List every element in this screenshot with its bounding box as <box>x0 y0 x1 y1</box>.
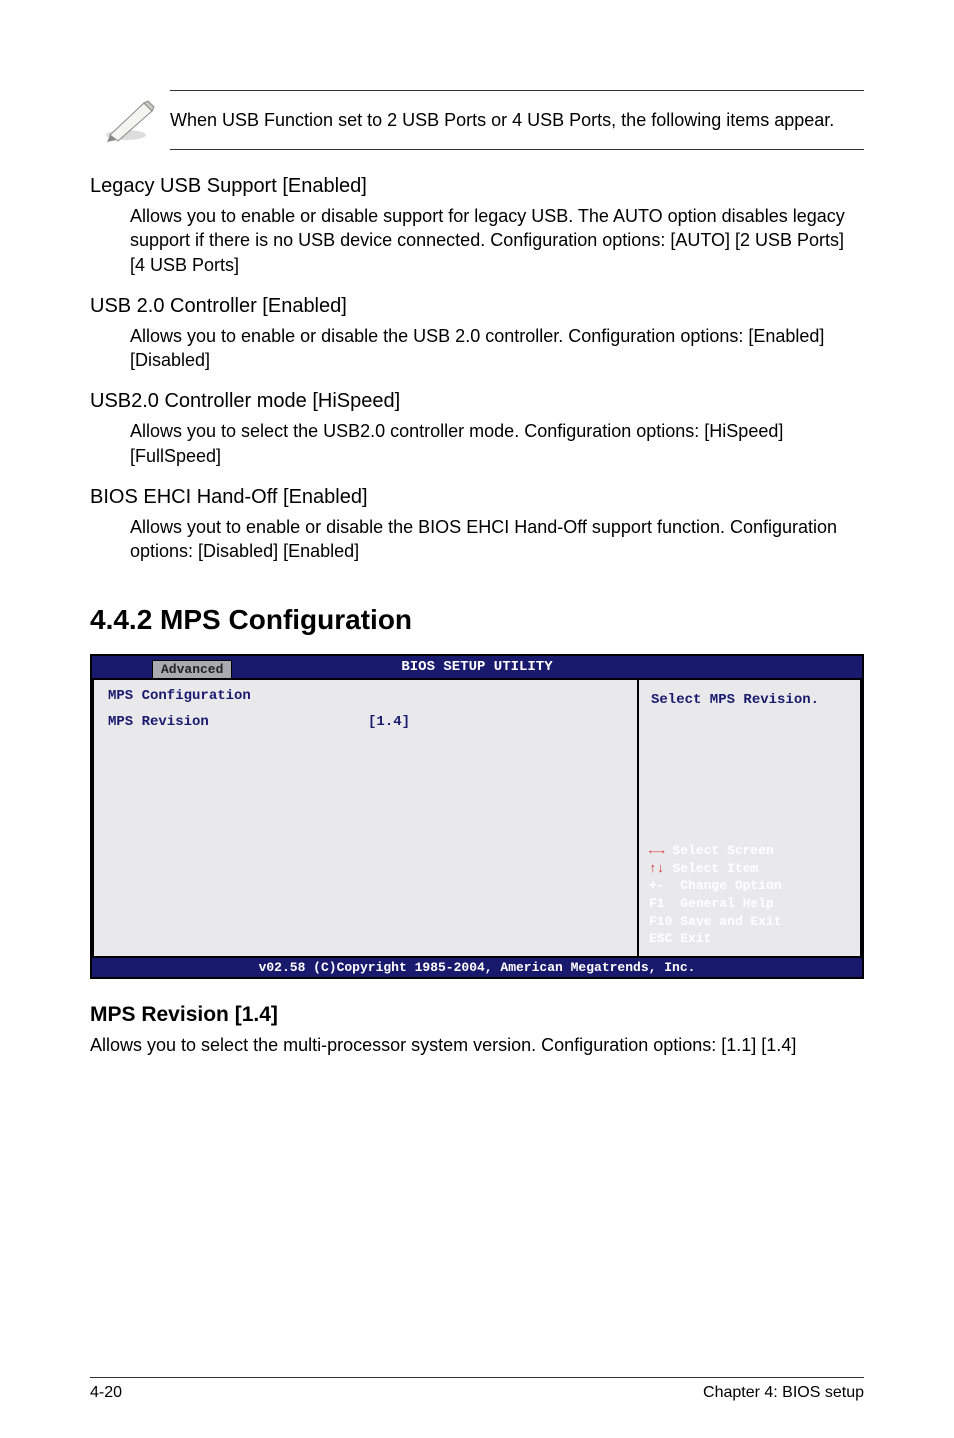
heading-legacy-usb: Legacy USB Support [Enabled] <box>90 175 864 198</box>
bios-right-panel: Select MPS Revision. ←→ Select Screen ↑↓… <box>637 678 862 958</box>
bios-left-panel: MPS Configuration MPS Revision [1.4] <box>92 678 637 958</box>
hint-select-item: Select Item <box>672 861 758 876</box>
hint-esc: ESC <box>649 931 672 946</box>
hint-f1: F1 <box>649 896 665 911</box>
hint-arrow-ud-icon: ↑↓ <box>649 861 665 876</box>
bios-row-mps-revision: MPS Revision [1.4] <box>108 714 623 730</box>
body-usb20-controller: Allows you to enable or disable the USB … <box>130 324 864 373</box>
bios-tab-advanced: Advanced <box>152 660 232 678</box>
section-heading-mps: 4.4.2 MPS Configuration <box>90 604 864 636</box>
body-mps-revision: Allows you to select the multi-processor… <box>90 1033 864 1057</box>
hint-save-exit: Save and Exit <box>680 914 781 929</box>
body-usb20-mode: Allows you to select the USB2.0 controll… <box>130 419 864 468</box>
subheading-mps-revision: MPS Revision [1.4] <box>90 1003 864 1027</box>
body-legacy-usb: Allows you to enable or disable support … <box>130 204 864 277</box>
page-number: 4-20 <box>90 1384 122 1402</box>
body-bios-ehci: Allows yout to enable or disable the BIO… <box>130 515 864 564</box>
pencil-note-icon <box>90 97 170 143</box>
bios-footer: v02.58 (C)Copyright 1985-2004, American … <box>92 958 862 977</box>
hint-f10: F10 <box>649 914 672 929</box>
bios-row-label: MPS Revision <box>108 714 368 730</box>
heading-bios-ehci: BIOS EHCI Hand-Off [Enabled] <box>90 486 864 509</box>
note-rule-bottom <box>170 149 864 150</box>
hint-arrow-lr-icon: ←→ <box>649 843 665 858</box>
heading-usb20-controller: USB 2.0 Controller [Enabled] <box>90 295 864 318</box>
hint-change-option: Change Option <box>680 878 781 893</box>
chapter-label: Chapter 4: BIOS setup <box>703 1384 864 1402</box>
hint-exit: Exit <box>680 931 711 946</box>
hint-select-screen: Select Screen <box>672 843 773 858</box>
bios-titlebar: BIOS SETUP UTILITY Advanced <box>92 656 862 678</box>
note-text: When USB Function set to 2 USB Ports or … <box>170 108 864 132</box>
hint-plusminus: +- <box>649 878 665 893</box>
heading-usb20-mode: USB2.0 Controller mode [HiSpeed] <box>90 390 864 413</box>
bios-panel-title: MPS Configuration <box>108 688 623 704</box>
note-block: When USB Function set to 2 USB Ports or … <box>90 90 864 150</box>
bios-key-hints: ←→ Select Screen ↑↓ Select Item +- Chang… <box>649 842 850 947</box>
hint-general-help: General Help <box>680 896 774 911</box>
bios-screenshot: BIOS SETUP UTILITY Advanced MPS Configur… <box>90 654 864 979</box>
page-footer: 4-20 Chapter 4: BIOS setup <box>90 1377 864 1402</box>
bios-row-value: [1.4] <box>368 714 410 730</box>
bios-help-text: Select MPS Revision. <box>649 688 850 712</box>
